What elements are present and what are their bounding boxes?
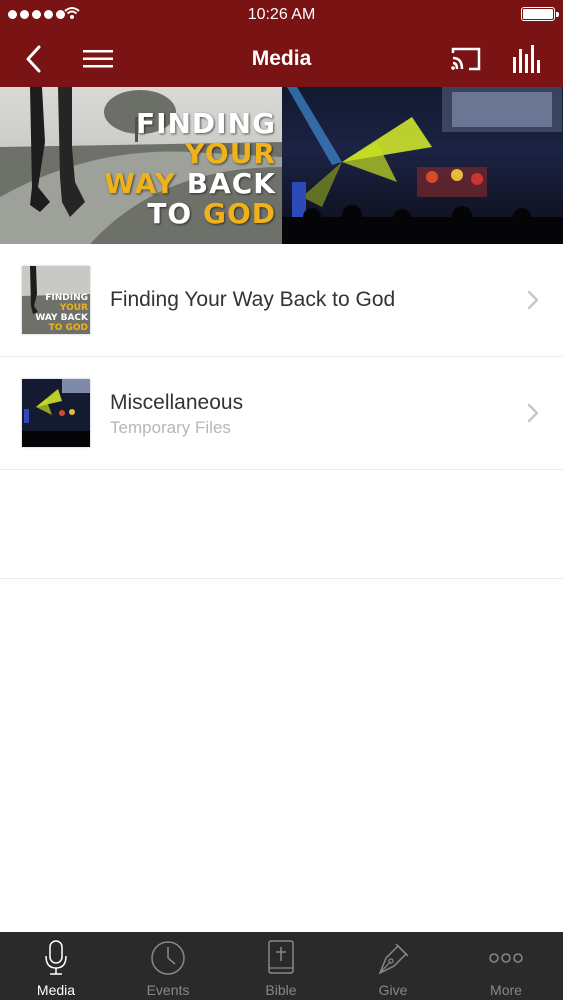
tab-label: More bbox=[490, 982, 522, 998]
more-icon bbox=[489, 953, 523, 963]
banner-worship-image bbox=[282, 87, 563, 244]
tab-label: Bible bbox=[265, 982, 297, 998]
battery-icon bbox=[521, 7, 559, 21]
tab-give[interactable]: Give bbox=[337, 932, 449, 1000]
tab-bar: Media Events Bible Give More bbox=[0, 932, 563, 1000]
bible-icon bbox=[268, 940, 294, 974]
series-thumbnail bbox=[22, 379, 90, 447]
status-bar: 10:26 AM bbox=[0, 0, 563, 30]
tab-label: Media bbox=[36, 982, 76, 998]
svg-text:WAY BACK: WAY BACK bbox=[35, 313, 89, 323]
list-item-title: Finding Your Way Back to God bbox=[110, 288, 396, 311]
banner-title: FINDING YOUR WAY BACK TO GOD bbox=[104, 109, 276, 229]
banner-title-line: WAY BACK bbox=[104, 167, 276, 200]
banner-sermon-image: FINDING YOUR WAY BACK TO GOD bbox=[0, 87, 282, 244]
tab-events[interactable]: Events bbox=[112, 932, 224, 1000]
svg-text:YOUR: YOUR bbox=[59, 303, 88, 313]
list-item-subtitle: Temporary Files bbox=[110, 418, 231, 437]
pen-nib-icon bbox=[378, 943, 409, 975]
cast-icon bbox=[451, 47, 481, 70]
series-thumbnail: FINDING YOUR WAY BACK TO GOD bbox=[22, 266, 90, 334]
audio-button[interactable] bbox=[506, 30, 546, 87]
status-time: 10:26 AM bbox=[247, 6, 316, 23]
divider bbox=[0, 578, 563, 579]
banner-title-line: FINDING bbox=[135, 107, 276, 140]
equalizer-icon bbox=[513, 44, 540, 73]
tab-label: Events bbox=[146, 982, 190, 998]
banner-title-line: YOUR bbox=[184, 137, 276, 170]
tab-media[interactable]: Media bbox=[0, 932, 112, 1000]
chevron-right-icon bbox=[527, 290, 539, 310]
clock-icon bbox=[151, 941, 185, 975]
tab-more[interactable]: More bbox=[450, 932, 562, 1000]
cast-button[interactable] bbox=[447, 30, 485, 87]
tab-label: Give bbox=[378, 982, 408, 998]
svg-text:FINDING: FINDING bbox=[45, 293, 88, 303]
media-list: FINDING YOUR WAY BACK TO GOD Finding You… bbox=[0, 244, 563, 470]
chevron-right-icon bbox=[527, 403, 539, 423]
banner-title-line: TO GOD bbox=[147, 197, 276, 230]
microphone-icon bbox=[45, 940, 67, 975]
list-item-title: Miscellaneous bbox=[110, 391, 244, 414]
list-item[interactable]: Miscellaneous Temporary Files bbox=[0, 357, 563, 470]
svg-text:TO GOD: TO GOD bbox=[49, 323, 88, 333]
list-item[interactable]: FINDING YOUR WAY BACK TO GOD Finding You… bbox=[0, 244, 563, 357]
tab-bible[interactable]: Bible bbox=[225, 932, 337, 1000]
media-banner[interactable]: FINDING YOUR WAY BACK TO GOD bbox=[0, 87, 563, 244]
navigation-bar: Media bbox=[0, 30, 563, 87]
